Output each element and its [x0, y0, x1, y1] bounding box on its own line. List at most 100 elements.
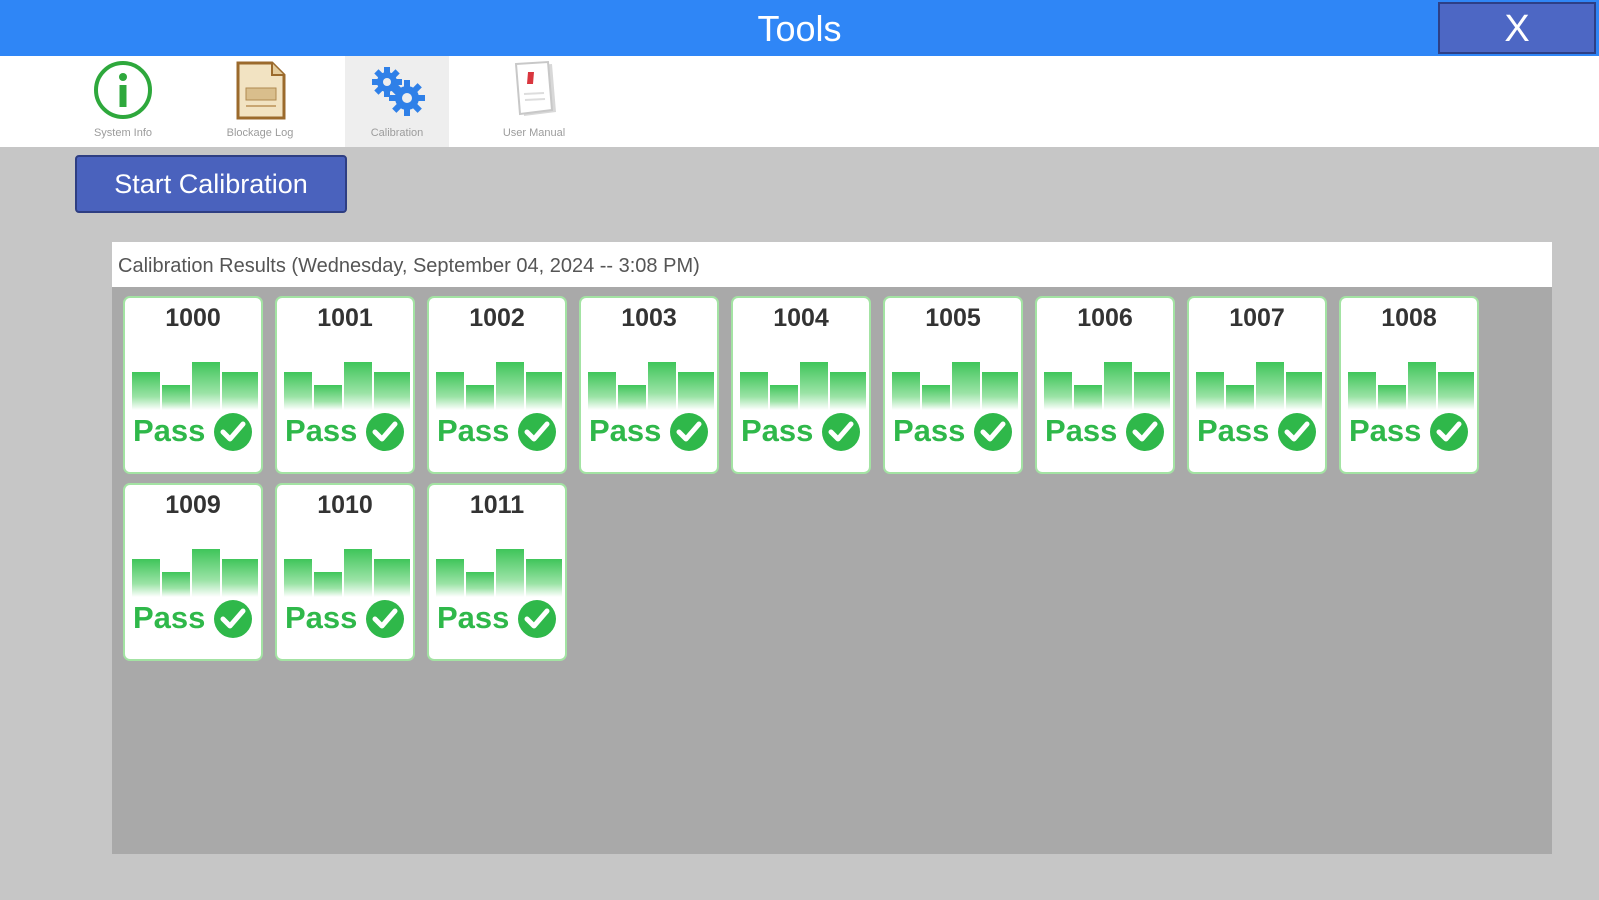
check-circle-icon [1430, 413, 1468, 451]
toolbar-item-system-info[interactable]: System Info [71, 56, 175, 147]
signal-bar [1104, 362, 1132, 410]
card-status: Pass [437, 600, 510, 635]
calibration-card-1006[interactable]: 1006 Pass [1035, 296, 1175, 474]
signal-bar [284, 559, 312, 597]
window-title: Tools [757, 8, 842, 49]
calibration-card-1001[interactable]: 1001 Pass [275, 296, 415, 474]
card-status: Pass [285, 600, 358, 635]
signal-bars-graphic [132, 535, 258, 597]
signal-bar [648, 362, 676, 410]
check-circle-icon [974, 413, 1012, 451]
manual-icon [514, 60, 556, 116]
signal-bar [1286, 372, 1322, 410]
signal-bar [192, 549, 220, 597]
calibration-card-1009[interactable]: 1009 Pass [123, 483, 263, 661]
calibration-card-1002[interactable]: 1002 Pass [427, 296, 567, 474]
signal-bar [678, 372, 714, 410]
calibration-card-1005[interactable]: 1005 Pass [883, 296, 1023, 474]
signal-bars-graphic [1044, 348, 1170, 410]
card-status: Pass [133, 600, 206, 635]
gears-icon [372, 67, 425, 116]
signal-bars-graphic [436, 348, 562, 410]
signal-bar [770, 385, 798, 410]
card-status: Pass [1349, 413, 1422, 448]
close-button[interactable]: X [1438, 2, 1596, 54]
card-status: Pass [1197, 413, 1270, 448]
check-circle-icon [366, 413, 404, 451]
calibration-card-1000[interactable]: 1000 Pass [123, 296, 263, 474]
check-circle-icon [518, 413, 556, 451]
card-id: 1005 [925, 304, 981, 332]
calibration-card-1004[interactable]: 1004 Pass [731, 296, 871, 474]
signal-bar [222, 559, 258, 597]
signal-bar [314, 572, 342, 597]
card-id: 1008 [1381, 304, 1437, 332]
signal-bars-graphic [436, 535, 562, 597]
signal-bar [314, 385, 342, 410]
card-status: Pass [741, 413, 814, 448]
signal-bar [982, 372, 1018, 410]
calibration-card-1003[interactable]: 1003 Pass [579, 296, 719, 474]
results-header: Calibration Results (Wednesday, Septembe… [112, 242, 1552, 287]
signal-bar [132, 372, 160, 410]
card-status: Pass [437, 413, 510, 448]
card-status: Pass [1045, 413, 1118, 448]
signal-bar [344, 362, 372, 410]
signal-bar [1408, 362, 1436, 410]
check-circle-icon [214, 600, 252, 638]
signal-bar [892, 372, 920, 410]
calibration-card-1008[interactable]: 1008 Pass [1339, 296, 1479, 474]
check-circle-icon [214, 413, 252, 451]
signal-bar [1348, 372, 1376, 410]
signal-bar [436, 559, 464, 597]
signal-bar [1074, 385, 1102, 410]
toolbar-item-blockage-log[interactable]: Blockage Log [208, 56, 312, 147]
card-status: Pass [893, 413, 966, 448]
signal-bar [466, 572, 494, 597]
toolbar-item-label: Calibration [370, 127, 424, 139]
check-circle-icon [518, 600, 556, 638]
signal-bar [344, 549, 372, 597]
signal-bar [618, 385, 646, 410]
signal-bar [740, 372, 768, 410]
signal-bar [830, 372, 866, 410]
signal-bar [162, 385, 190, 410]
card-id: 1010 [317, 491, 373, 519]
card-id: 1000 [165, 304, 221, 332]
calibration-card-1011[interactable]: 1011 Pass [427, 483, 567, 661]
signal-bar [192, 362, 220, 410]
start-calibration-button[interactable]: Start Calibration [75, 155, 347, 213]
card-id: 1004 [773, 304, 829, 332]
signal-bars-graphic [132, 348, 258, 410]
signal-bar [374, 372, 410, 410]
check-circle-icon [822, 413, 860, 451]
signal-bar [374, 559, 410, 597]
card-id: 1003 [621, 304, 677, 332]
calibration-card-1010[interactable]: 1010 Pass [275, 483, 415, 661]
signal-bars-graphic [740, 348, 866, 410]
toolbar-item-calibration[interactable]: Calibration [345, 56, 449, 147]
check-circle-icon [1278, 413, 1316, 451]
signal-bar [132, 559, 160, 597]
signal-bar [1044, 372, 1072, 410]
toolbar-item-user-manual[interactable]: User Manual [482, 56, 586, 147]
log-document-icon [236, 61, 286, 120]
signal-bar [1256, 362, 1284, 410]
signal-bar [1134, 372, 1170, 410]
toolbar: System Info Blockage Log Calibration Use… [0, 56, 1599, 147]
signal-bar [466, 385, 494, 410]
card-status: Pass [285, 413, 358, 448]
card-id: 1011 [469, 491, 525, 519]
signal-bars-graphic [1196, 348, 1322, 410]
signal-bar [222, 372, 258, 410]
signal-bars-graphic [284, 535, 410, 597]
card-id: 1007 [1229, 304, 1285, 332]
calibration-card-1007[interactable]: 1007 Pass [1187, 296, 1327, 474]
info-icon [94, 61, 152, 119]
signal-bar [526, 372, 562, 410]
toolbar-item-label: Blockage Log [226, 127, 294, 139]
signal-bar [1226, 385, 1254, 410]
signal-bar [526, 559, 562, 597]
signal-bar [1196, 372, 1224, 410]
signal-bar [436, 372, 464, 410]
